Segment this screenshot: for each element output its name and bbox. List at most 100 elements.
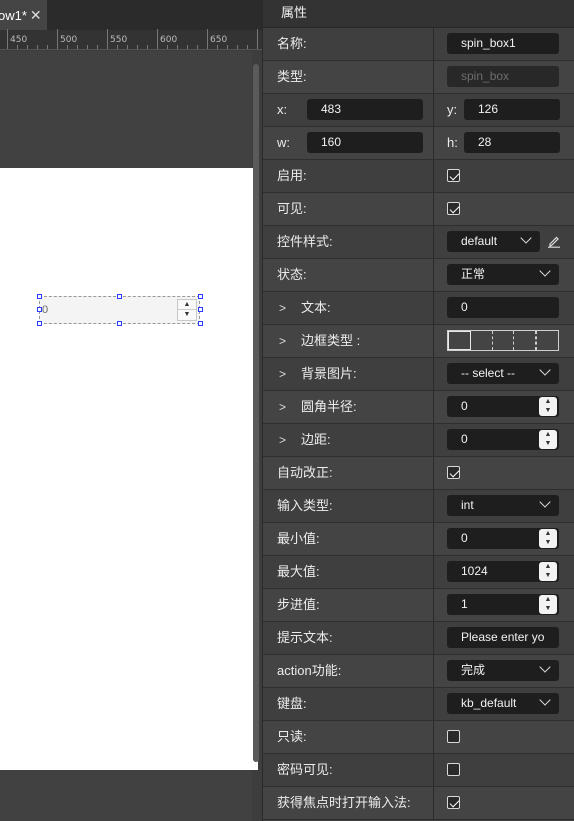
min-value: 0 bbox=[461, 531, 468, 545]
stepper-up-icon[interactable]: ▲ bbox=[539, 430, 557, 439]
resize-handle[interactable] bbox=[37, 307, 42, 312]
tips-input[interactable]: Please enter yo bbox=[447, 627, 559, 648]
margin-stepper[interactable]: 0 ▲ ▼ bbox=[447, 429, 559, 450]
visible-checkbox[interactable] bbox=[447, 202, 460, 215]
prop-row-type: 类型: spin_box bbox=[263, 61, 574, 94]
stepper-up-icon[interactable]: ▲ bbox=[539, 562, 557, 571]
resize-handle[interactable] bbox=[198, 294, 203, 299]
prop-row-readonly: 只读: bbox=[263, 721, 574, 754]
spin-box-arrows[interactable]: ▲ ▼ bbox=[177, 299, 197, 321]
type-input: spin_box bbox=[447, 66, 559, 87]
max-stepper[interactable]: 1024 ▲ ▼ bbox=[447, 561, 559, 582]
chevron-down-icon bbox=[539, 694, 551, 706]
stepper-up-icon[interactable]: ▲ bbox=[539, 595, 557, 604]
text-input[interactable]: 0 bbox=[447, 297, 559, 318]
border-right-icon[interactable] bbox=[514, 331, 537, 350]
stepper-buttons[interactable]: ▲ ▼ bbox=[539, 397, 557, 416]
prop-label-step: 步进值: bbox=[277, 597, 320, 612]
editor-tab-title: ow1* bbox=[0, 8, 27, 23]
prop-row-step: 步进值: 1 ▲ ▼ bbox=[263, 589, 574, 622]
prop-row-border-type[interactable]: > 边框类型 : bbox=[263, 325, 574, 358]
name-input[interactable]: spin_box1 bbox=[447, 33, 559, 54]
resize-handle[interactable] bbox=[198, 307, 203, 312]
border-none-icon[interactable] bbox=[536, 331, 558, 350]
vertical-scrollbar[interactable] bbox=[253, 64, 259, 762]
spin-up-icon[interactable]: ▲ bbox=[178, 300, 196, 310]
column-divider bbox=[433, 94, 434, 126]
resize-handle[interactable] bbox=[37, 294, 42, 299]
x-label: x: bbox=[277, 102, 288, 117]
readonly-checkbox[interactable] bbox=[447, 730, 460, 743]
stepper-down-icon[interactable]: ▼ bbox=[539, 571, 557, 580]
ruler-tick bbox=[37, 45, 38, 49]
column-divider bbox=[433, 160, 434, 192]
stepper-down-icon[interactable]: ▼ bbox=[539, 406, 557, 415]
chevron-right-icon[interactable]: > bbox=[277, 358, 301, 390]
chevron-right-icon[interactable]: > bbox=[277, 391, 301, 423]
prop-row-xy: x: 483 y: 126 bbox=[263, 94, 574, 127]
stepper-down-icon[interactable]: ▼ bbox=[539, 439, 557, 448]
prop-row-margin[interactable]: > 边距: 0 ▲ ▼ bbox=[263, 424, 574, 457]
step-stepper[interactable]: 1 ▲ ▼ bbox=[447, 594, 559, 615]
prop-label-text: > 文本: bbox=[277, 292, 331, 324]
chevron-right-icon[interactable]: > bbox=[277, 424, 301, 456]
border-left-icon[interactable] bbox=[471, 331, 493, 350]
h-input[interactable]: 28 bbox=[464, 132, 560, 153]
chevron-right-icon[interactable]: > bbox=[277, 292, 301, 324]
stepper-up-icon[interactable]: ▲ bbox=[539, 529, 557, 538]
open-im-checkbox[interactable] bbox=[447, 796, 460, 809]
stepper-buttons[interactable]: ▲ ▼ bbox=[539, 430, 557, 449]
radius-stepper[interactable]: 0 ▲ ▼ bbox=[447, 396, 559, 417]
prop-label-password-visible: 密码可见: bbox=[277, 762, 333, 777]
border-type-selector[interactable] bbox=[447, 330, 559, 351]
close-icon[interactable]: ✕ bbox=[30, 0, 42, 30]
w-input[interactable]: 160 bbox=[307, 132, 423, 153]
style-select[interactable]: default bbox=[447, 231, 540, 252]
prop-row-input-type: 输入类型: int bbox=[263, 490, 574, 523]
chevron-right-icon[interactable]: > bbox=[277, 325, 301, 357]
stepper-down-icon[interactable]: ▼ bbox=[539, 538, 557, 547]
password-visible-checkbox[interactable] bbox=[447, 763, 460, 776]
column-divider bbox=[433, 655, 434, 687]
w-label: w: bbox=[277, 135, 290, 150]
ruler-tick bbox=[157, 29, 158, 49]
prop-label-open-im: 获得焦点时打开输入法: bbox=[277, 795, 411, 810]
input-type-select[interactable]: int bbox=[447, 495, 559, 516]
resize-handle[interactable] bbox=[37, 321, 42, 326]
stepper-buttons[interactable]: ▲ ▼ bbox=[539, 595, 557, 614]
border-all-icon[interactable] bbox=[448, 331, 471, 350]
state-select[interactable]: 正常 bbox=[447, 264, 559, 285]
radius-value: 0 bbox=[461, 399, 468, 413]
x-input[interactable]: 483 bbox=[307, 99, 423, 120]
enable-checkbox[interactable] bbox=[447, 169, 460, 182]
border-top-icon[interactable] bbox=[493, 331, 515, 350]
editor-tab[interactable]: ow1* ✕ bbox=[0, 0, 47, 30]
design-window[interactable] bbox=[0, 168, 258, 770]
resize-handle[interactable] bbox=[198, 321, 203, 326]
min-stepper[interactable]: 0 ▲ ▼ bbox=[447, 528, 559, 549]
stepper-up-icon[interactable]: ▲ bbox=[539, 397, 557, 406]
action-select[interactable]: 完成 bbox=[447, 660, 559, 681]
prop-row-password-visible: 密码可见: bbox=[263, 754, 574, 787]
edit-pen-icon[interactable] bbox=[547, 234, 561, 248]
y-input[interactable]: 126 bbox=[464, 99, 560, 120]
resize-handle[interactable] bbox=[117, 294, 122, 299]
spin-down-icon[interactable]: ▼ bbox=[178, 310, 196, 320]
ruler-tick bbox=[247, 45, 248, 49]
spin-box-widget[interactable]: 0 ▲ ▼ bbox=[39, 296, 200, 324]
prop-row-action: action功能: 完成 bbox=[263, 655, 574, 688]
prop-label-enable: 启用: bbox=[277, 168, 307, 183]
chevron-down-icon bbox=[539, 364, 551, 376]
prop-row-text[interactable]: > 文本: 0 bbox=[263, 292, 574, 325]
prop-label-max: 最大值: bbox=[277, 564, 320, 579]
stepper-buttons[interactable]: ▲ ▼ bbox=[539, 562, 557, 581]
stepper-buttons[interactable]: ▲ ▼ bbox=[539, 529, 557, 548]
prop-row-bg-image[interactable]: > 背景图片: -- select -- bbox=[263, 358, 574, 391]
resize-handle[interactable] bbox=[117, 321, 122, 326]
prop-row-radius[interactable]: > 圆角半径: 0 ▲ ▼ bbox=[263, 391, 574, 424]
bg-image-select[interactable]: -- select -- bbox=[447, 363, 559, 384]
keyboard-select[interactable]: kb_default bbox=[447, 693, 559, 714]
stepper-down-icon[interactable]: ▼ bbox=[539, 604, 557, 613]
prop-label-action: action功能: bbox=[277, 663, 342, 678]
auto-fix-checkbox[interactable] bbox=[447, 466, 460, 479]
